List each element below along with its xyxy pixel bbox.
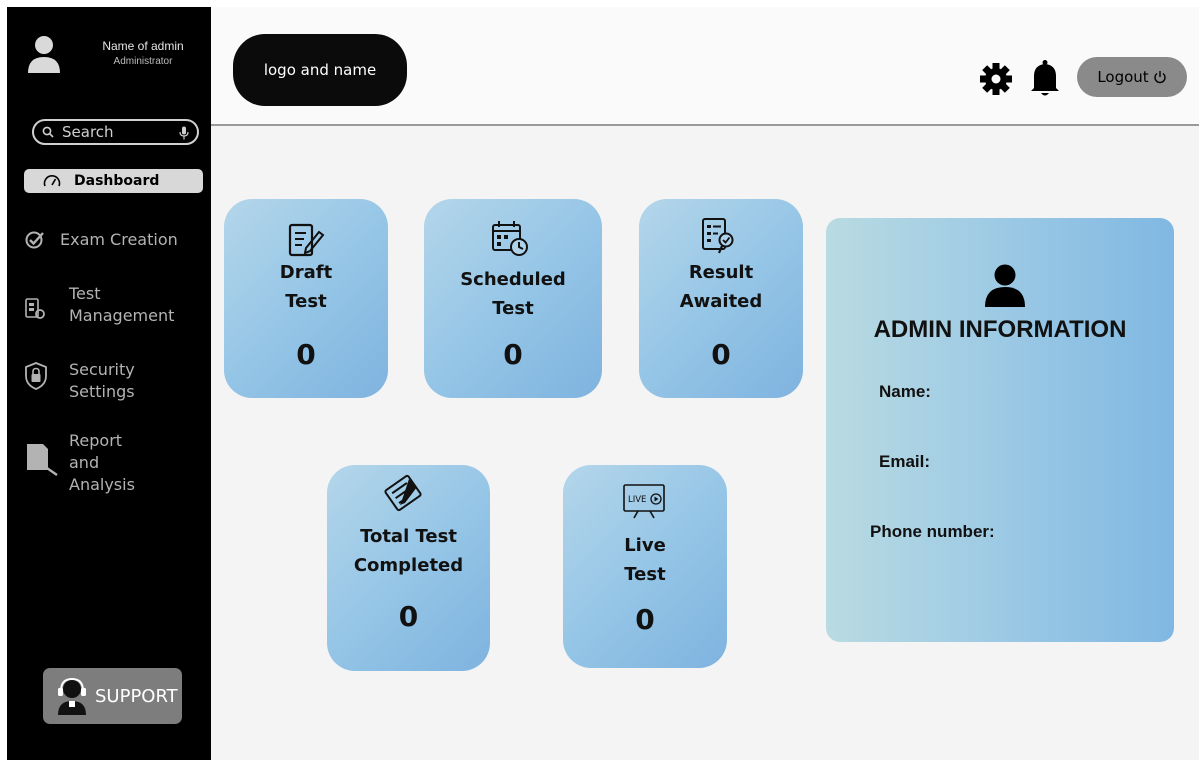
headset-user-icon [58,677,86,715]
microphone-icon[interactable] [179,126,189,140]
search-box[interactable] [32,119,199,145]
admin-name: Name of admin [102,39,184,53]
admin-info-heading: ADMIN INFORMATION [873,316,1127,343]
report-icon [27,444,58,476]
sidebar: Name of admin Administrator Dashboard Ex… [7,7,211,760]
admin-email-field: Email: [879,452,931,471]
logout-button[interactable]: Logout [1077,57,1187,97]
card-title: Total Test Completed [353,526,464,576]
result-check-icon [702,218,734,254]
support-label: SUPPORT [95,686,178,707]
user-icon [985,264,1025,307]
sidebar-item-label: Exam Creation [60,230,178,249]
completed-test-icon [384,474,422,512]
check-circle-icon [25,231,44,249]
search-icon [42,126,54,138]
card-result-awaited[interactable]: Result Awaited 0 [639,199,803,398]
logout-label: Logout [1097,68,1149,86]
draft-document-icon [288,223,325,257]
live-badge-text: LIVE [628,495,646,505]
card-count: 0 [503,338,523,371]
gear-icon[interactable] [979,62,1013,96]
card-count: 0 [398,600,419,633]
card-total-completed[interactable]: Total Test Completed 0 [327,465,490,671]
admin-profile[interactable]: Name of admin Administrator [27,35,207,83]
calendar-clock-icon [492,221,528,256]
card-count: 0 [711,338,731,371]
gear-document-icon [25,298,45,319]
power-icon [1154,71,1166,84]
card-live-test[interactable]: LIVE Live Test 0 [563,465,727,668]
admin-name-field: Name: [879,382,931,401]
user-avatar-icon [28,36,60,73]
sidebar-item-label: Security Settings [69,360,135,401]
card-scheduled-test[interactable]: Scheduled Test 0 [424,199,602,398]
top-header: logo and name Logout [211,7,1199,126]
sidebar-item-label: Test Management [69,284,175,325]
sidebar-item-label: Dashboard [74,173,160,189]
sidebar-item-dashboard[interactable]: Dashboard [24,169,203,193]
support-button[interactable]: SUPPORT [43,668,182,724]
left-border [0,0,7,760]
live-tv-icon: LIVE [623,484,665,519]
admin-role: Administrator [113,56,173,67]
logo[interactable]: logo and name [233,34,407,106]
card-draft-test[interactable]: Draft Test 0 [224,199,388,398]
admin-information-panel: ADMIN INFORMATION Name: Email: Phone num… [826,218,1174,642]
card-count: 0 [635,603,655,636]
sidebar-item-label: Report and Analysis [69,431,135,494]
card-title: Live Test [624,535,666,585]
speedometer-icon [43,175,61,187]
admin-phone-field: Phone number: [870,522,995,541]
shield-lock-icon [25,362,47,390]
card-title: Result Awaited [679,262,763,312]
search-input[interactable] [62,122,172,142]
top-border [0,0,1199,7]
card-title: Draft Test [279,262,333,312]
bell-icon[interactable] [1029,59,1061,97]
logo-label: logo and name [263,61,377,79]
card-title: Scheduled Test [460,269,566,319]
card-count: 0 [296,338,316,371]
